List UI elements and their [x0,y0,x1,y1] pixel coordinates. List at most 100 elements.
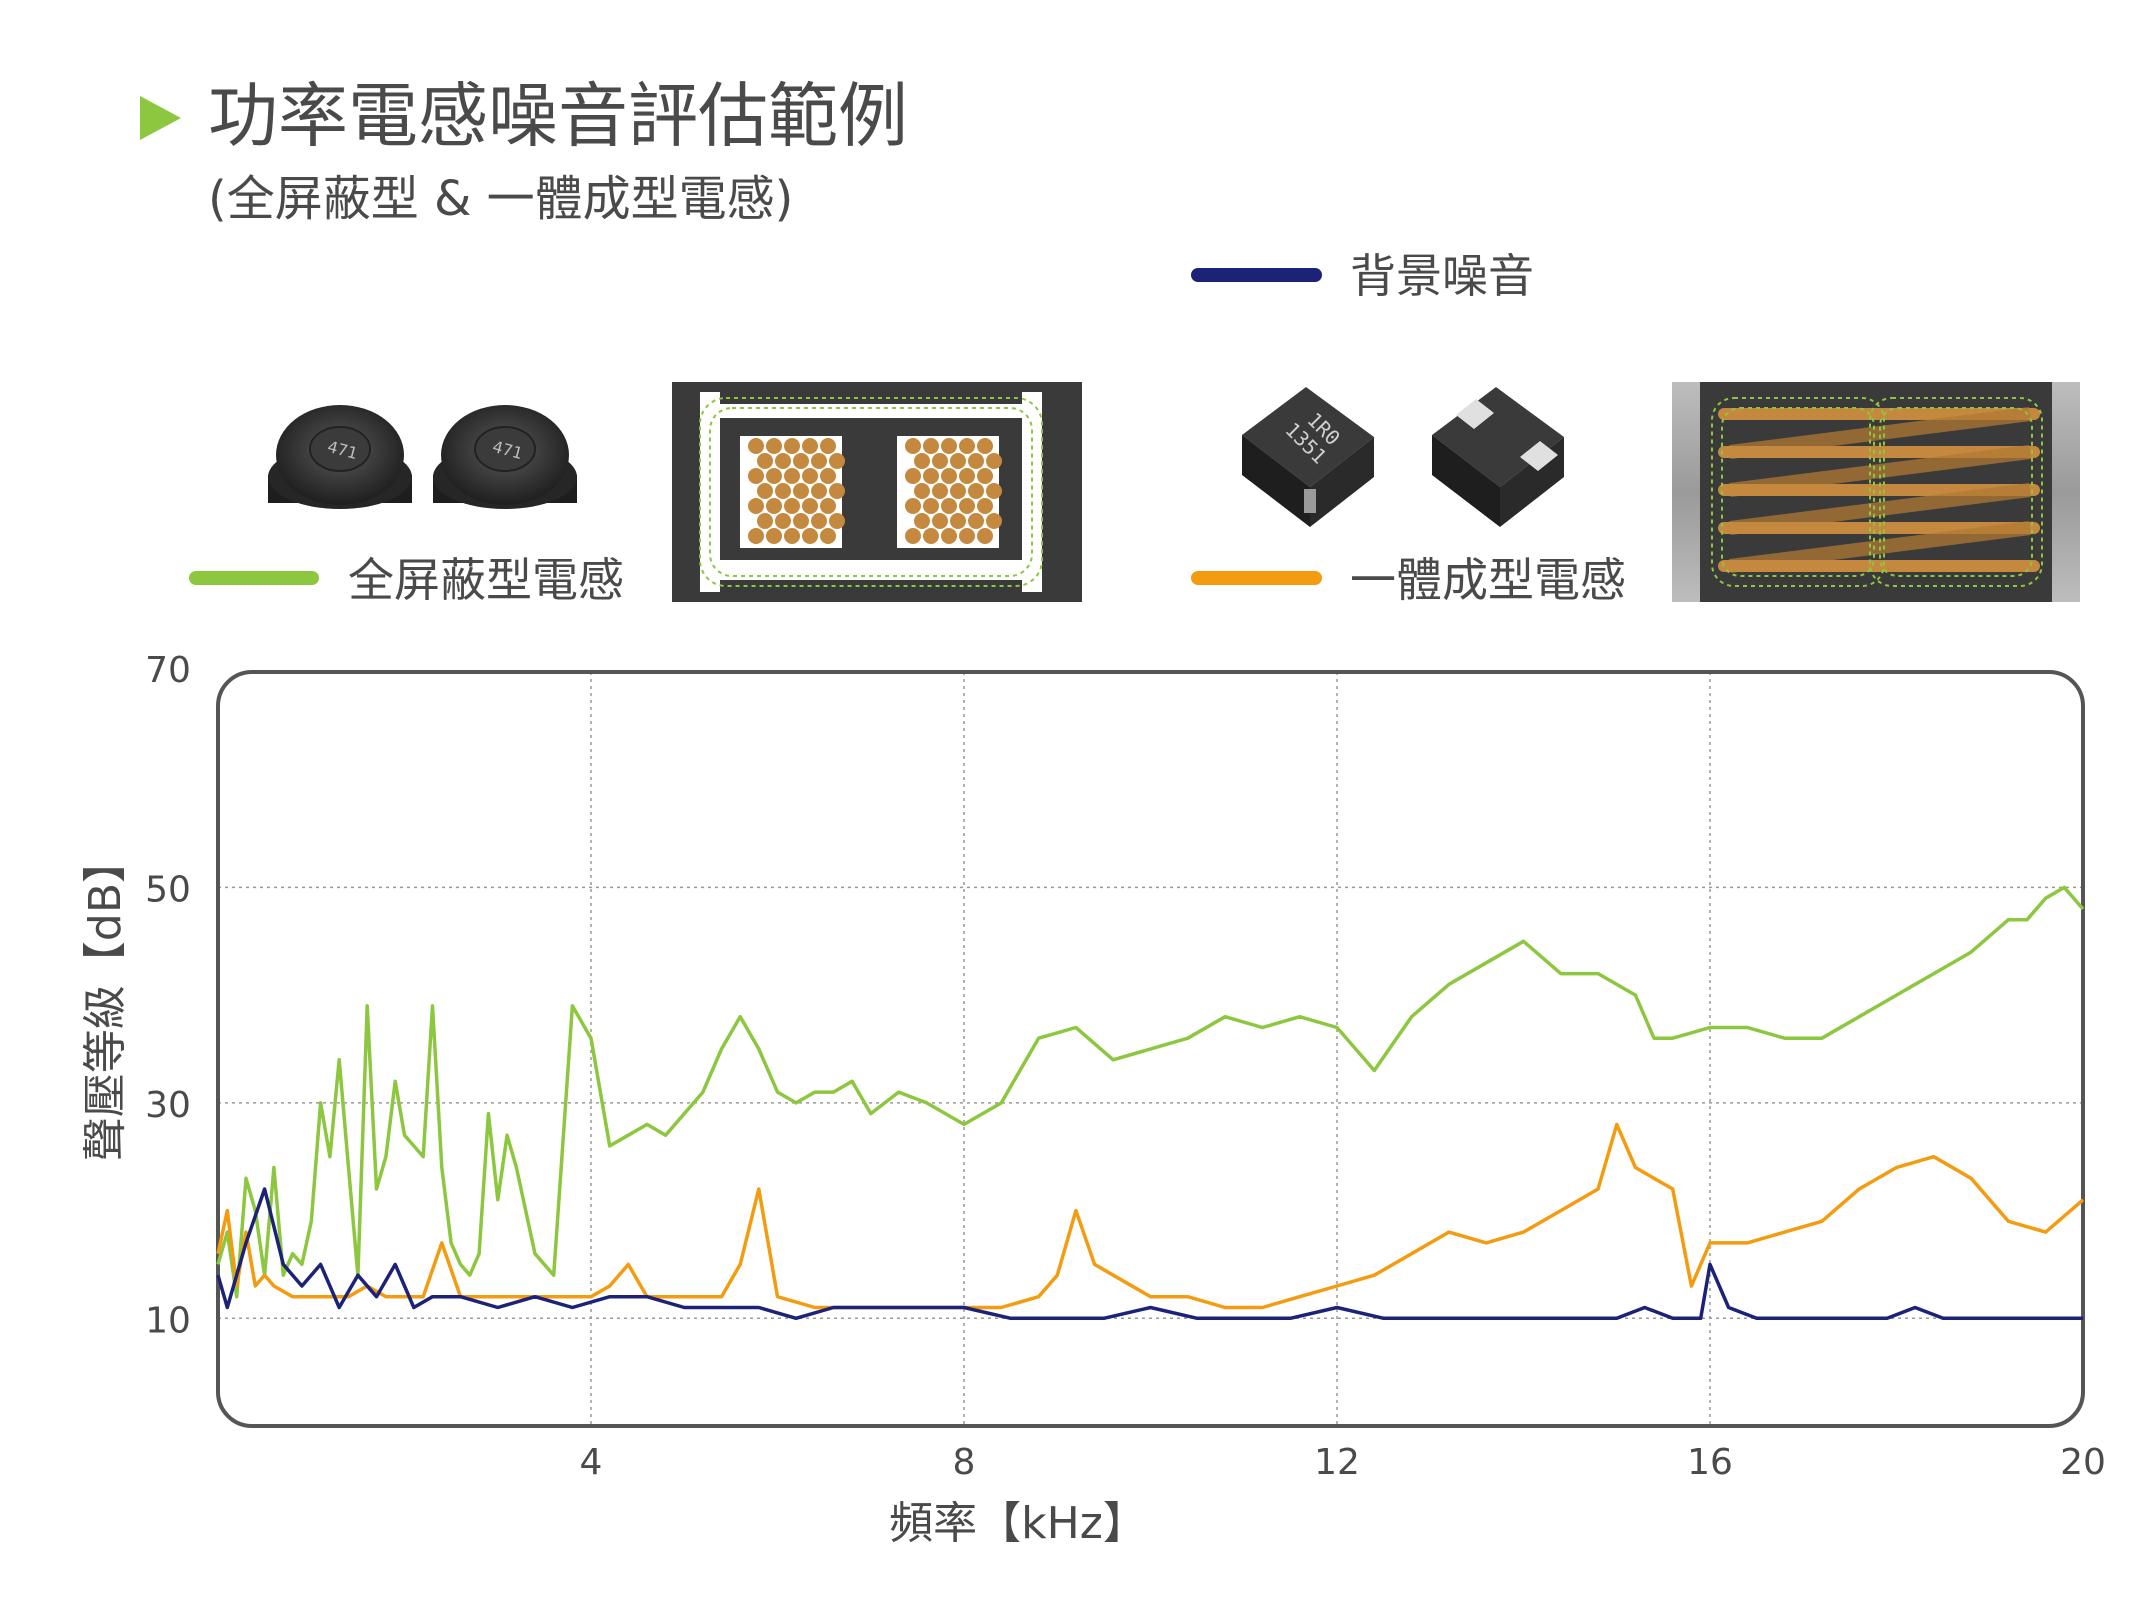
wire-strand [950,483,966,499]
legend-label-shielded: 全屏蔽型電感 [348,553,624,607]
wire-strand [784,498,800,514]
wire-strand [905,528,921,544]
wire-strand [748,528,764,544]
wire-strand [766,468,782,484]
play-triangle-icon [140,96,181,140]
wire-strand [923,528,939,544]
wire-strand [757,453,773,469]
wire-strand [757,513,773,529]
wire-strand [802,528,818,544]
figure: 功率電感噪音評估範例 (全屏蔽型 & 一體成型電感) 背景噪音 471 471 [80,75,2106,1549]
wire-strand [811,483,827,499]
legend-molded: 一體成型電感 [1191,553,1626,607]
wire-strand [793,453,809,469]
y-tick-label: 10 [145,1300,191,1341]
wire-strand [914,483,930,499]
header: 功率電感噪音評估範例 (全屏蔽型 & 一體成型電感) [140,75,908,227]
shielded-inductor-photo: 471 471 [268,405,577,509]
wire-strand [932,453,948,469]
legend-background-noise: 背景噪音 [1191,249,1534,303]
wire-strand [802,498,818,514]
wire-strand [977,438,993,454]
x-tick-label: 4 [580,1442,603,1483]
molded-cross-section-diagram [1672,382,2080,602]
x-tick-label: 12 [1314,1442,1360,1483]
wire-strand [959,528,975,544]
shielded-cross-section-diagram [672,382,1082,602]
wire-strand [941,468,957,484]
y-axis-label: 聲壓等級【dB】 [80,839,131,1161]
wire-strand [986,453,1002,469]
wire-strand [977,498,993,514]
wire-strand [811,453,827,469]
wire-strand [923,438,939,454]
wire-strand [968,483,984,499]
wire-strand [775,453,791,469]
wire-strand [905,438,921,454]
wire-strand [820,528,836,544]
wire-strand [802,438,818,454]
wire-strand [775,513,791,529]
wire-strand [775,483,791,499]
x-tick-label: 16 [1687,1442,1733,1483]
x-tick-labels: 4 8 12 16 20 [580,1442,2106,1483]
y-tick-label: 70 [145,650,191,691]
wire-strand [914,453,930,469]
wire-strand [820,498,836,514]
legend-label-molded: 一體成型電感 [1350,553,1626,607]
wire-strand [748,468,764,484]
wire-strand [784,438,800,454]
wire-strand [986,483,1002,499]
wire-strand [766,528,782,544]
wire-strand [784,528,800,544]
series-shielded [216,885,2085,1299]
wire-strand [802,468,818,484]
wire-strand [820,468,836,484]
winding-layer [1718,560,2040,572]
wire-strand [905,468,921,484]
wire-strand [784,468,800,484]
wire-strand [923,498,939,514]
wire-strand [941,498,957,514]
chart: 10 30 50 70 4 8 12 16 20 頻率【kHz】 聲壓等級【dB】 [80,650,2106,1549]
y-tick-label: 50 [145,869,191,910]
wire-strand [950,513,966,529]
series-molded [216,1122,2085,1310]
wire-strand [968,453,984,469]
wire-strand [977,528,993,544]
wire-strand [793,513,809,529]
wire-strand [923,468,939,484]
wire-strand [959,468,975,484]
wire-strand [950,453,966,469]
wire-strand [914,513,930,529]
x-tick-label: 20 [2060,1442,2106,1483]
wire-strand [977,468,993,484]
wire-strand [829,453,845,469]
x-tick-label: 8 [953,1442,976,1483]
wire-strand [793,483,809,499]
wire-strand [959,438,975,454]
wire-strand [766,498,782,514]
wire-strand [757,483,773,499]
y-tick-labels: 10 30 50 70 [145,650,191,1341]
wire-strand [829,513,845,529]
wire-strand [748,438,764,454]
wire-strand [941,438,957,454]
y-tick-label: 30 [145,1085,191,1126]
wire-strand [959,498,975,514]
wire-strand [968,513,984,529]
wire-strand [829,483,845,499]
wire-strand [941,528,957,544]
wire-strand [905,498,921,514]
wire-strand [932,483,948,499]
wire-strand [766,438,782,454]
wire-strand [811,513,827,529]
page-title: 功率電感噪音評估範例 [208,75,908,157]
wire-strand [986,513,1002,529]
x-axis-label: 頻率【kHz】 [889,1498,1147,1549]
molded-inductor-photo: 1R0 1351 [1242,387,1564,527]
page-subtitle: (全屏蔽型 & 一體成型電感) [208,171,793,227]
series-background-noise [216,1187,2083,1321]
legend-shielded: 全屏蔽型電感 [189,553,624,607]
wire-strand [932,513,948,529]
